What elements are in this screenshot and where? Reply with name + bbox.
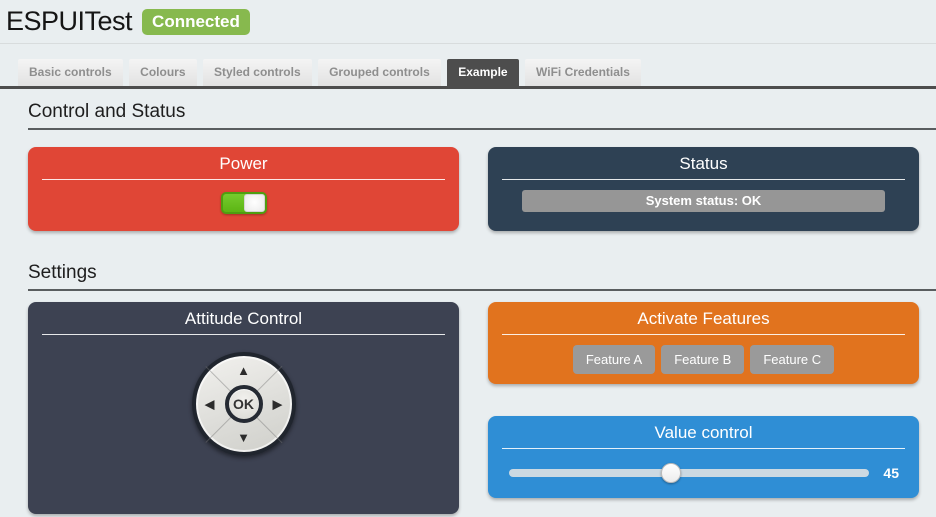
dpad-right-arrow-icon[interactable]: ▶	[273, 398, 283, 411]
tab-bar: Basic controls Colours Styled controls G…	[0, 44, 936, 89]
slider-value-label: 45	[883, 465, 899, 481]
section-rule	[28, 128, 936, 130]
system-status-label: System status: OK	[522, 190, 884, 212]
slider-knob[interactable]	[661, 463, 681, 483]
power-panel: Power	[28, 147, 459, 231]
feature-a-button[interactable]: Feature A	[573, 345, 655, 374]
tab-grouped-controls[interactable]: Grouped controls	[318, 59, 441, 86]
dpad-ok-button[interactable]: OK	[225, 385, 263, 423]
section-rule	[28, 289, 936, 291]
panel-separator	[42, 179, 445, 180]
dpad-left-arrow-icon[interactable]: ◀	[205, 398, 215, 411]
value-control-panel: Value control 45	[488, 416, 919, 498]
value-panel-title: Value control	[488, 422, 919, 443]
features-panel-title: Activate Features	[488, 308, 919, 329]
power-switch-row	[28, 192, 459, 214]
tab-wifi-credentials[interactable]: WiFi Credentials	[525, 59, 641, 86]
section-heading-control-status: Control and Status	[28, 101, 936, 123]
power-panel-title: Power	[28, 153, 459, 174]
panel-separator	[42, 334, 445, 335]
tab-example[interactable]: Example	[447, 59, 518, 86]
connection-status-badge: Connected	[142, 9, 250, 35]
feature-buttons-row: Feature A Feature B Feature C	[488, 345, 919, 374]
settings-right-column: Activate Features Feature A Feature B Fe…	[488, 302, 919, 514]
attitude-panel-title: Attitude Control	[28, 308, 459, 329]
control-status-row: Power Status System status: OK	[28, 147, 919, 231]
dpad-up-arrow-icon[interactable]: ▲	[237, 364, 250, 377]
feature-b-button[interactable]: Feature B	[661, 345, 744, 374]
tab-colours[interactable]: Colours	[129, 59, 196, 86]
panel-separator	[502, 179, 905, 180]
dpad-control: ▲ ▼ ◀ ▶ OK	[192, 352, 296, 456]
panel-separator	[502, 448, 905, 449]
app-header: ESPUITest Connected	[0, 0, 936, 44]
power-toggle-switch[interactable]	[221, 192, 267, 214]
panel-separator	[502, 334, 905, 335]
attitude-control-panel: Attitude Control ▲ ▼ ◀ ▶ OK	[28, 302, 459, 514]
settings-row: Attitude Control ▲ ▼ ◀ ▶ OK Activate Fea…	[28, 302, 919, 514]
activate-features-panel: Activate Features Feature A Feature B Fe…	[488, 302, 919, 384]
tab-styled-controls[interactable]: Styled controls	[203, 59, 312, 86]
dpad-wrap: ▲ ▼ ◀ ▶ OK	[28, 352, 459, 456]
feature-c-button[interactable]: Feature C	[750, 345, 834, 374]
slider-row: 45	[509, 465, 899, 481]
dpad-down-arrow-icon[interactable]: ▼	[237, 431, 250, 444]
app-title: ESPUITest	[6, 6, 132, 37]
status-panel: Status System status: OK	[488, 147, 919, 231]
section-heading-settings: Settings	[28, 262, 936, 284]
status-panel-title: Status	[488, 153, 919, 174]
tab-basic-controls[interactable]: Basic controls	[18, 59, 123, 86]
toggle-knob[interactable]	[244, 194, 265, 212]
value-slider[interactable]	[509, 469, 869, 477]
